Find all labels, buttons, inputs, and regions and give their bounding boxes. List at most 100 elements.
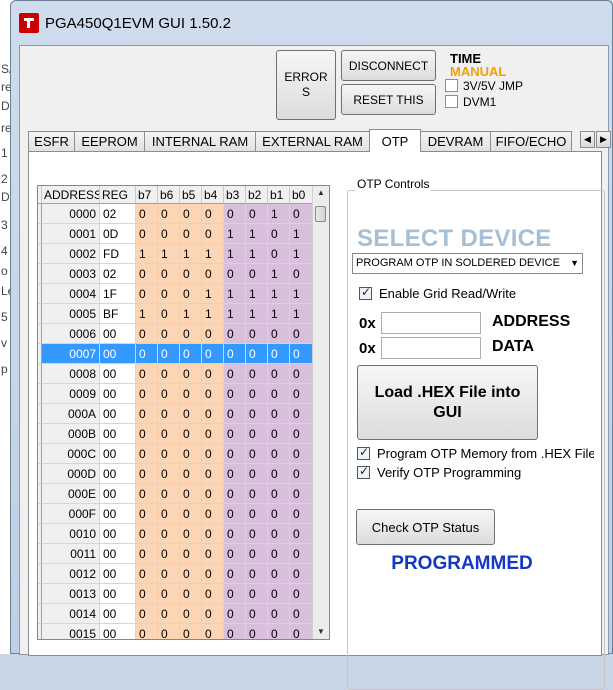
bit-cell-b7[interactable]: 0 bbox=[136, 444, 158, 464]
bit-cell-b2[interactable]: 0 bbox=[246, 464, 268, 484]
bit-cell-b2[interactable]: 0 bbox=[246, 504, 268, 524]
tab-devram[interactable]: DEVRAM bbox=[420, 131, 491, 151]
bit-cell-b3[interactable]: 0 bbox=[224, 364, 246, 384]
program-otp-checkbox[interactable] bbox=[357, 445, 370, 460]
errors-button[interactable]: ERRORS bbox=[276, 50, 336, 120]
bit-cell-b1[interactable]: 0 bbox=[268, 584, 290, 604]
address-cell[interactable]: 0005 bbox=[42, 304, 100, 324]
bit-cell-b1[interactable]: 1 bbox=[268, 204, 290, 224]
bit-cell-b1[interactable]: 0 bbox=[268, 604, 290, 624]
bit-cell-b4[interactable]: 0 bbox=[202, 324, 224, 344]
data-input[interactable] bbox=[381, 337, 481, 359]
bit-cell-b5[interactable]: 0 bbox=[180, 224, 202, 244]
bit-cell-b6[interactable]: 0 bbox=[158, 404, 180, 424]
bit-cell-b3[interactable]: 0 bbox=[224, 464, 246, 484]
table-row[interactable]: 0000 02 0 0 0 0 0 0 1 0 bbox=[38, 204, 316, 224]
bit-cell-b2[interactable]: 0 bbox=[246, 524, 268, 544]
bit-cell-b5[interactable]: 0 bbox=[180, 524, 202, 544]
bit-cell-b1[interactable]: 1 bbox=[268, 304, 290, 324]
bit-cell-b3[interactable]: 0 bbox=[224, 484, 246, 504]
bit-cell-b5[interactable]: 1 bbox=[180, 304, 202, 324]
chevron-down-icon[interactable]: ▼ bbox=[570, 254, 579, 273]
bit-cell-b4[interactable]: 0 bbox=[202, 504, 224, 524]
bit-cell-b5[interactable]: 0 bbox=[180, 584, 202, 604]
bit-cell-b6[interactable]: 0 bbox=[158, 524, 180, 544]
register-cell[interactable]: 00 bbox=[100, 444, 136, 464]
address-cell[interactable]: 000B bbox=[42, 424, 100, 444]
bit-cell-b5[interactable]: 0 bbox=[180, 444, 202, 464]
bit-cell-b6[interactable]: 0 bbox=[158, 344, 180, 364]
bit-cell-b4[interactable]: 1 bbox=[202, 284, 224, 304]
bit-cell-b4[interactable]: 0 bbox=[202, 404, 224, 424]
bit-cell-b5[interactable]: 0 bbox=[180, 284, 202, 304]
bit-cell-b5[interactable]: 0 bbox=[180, 264, 202, 284]
bit-cell-b2[interactable]: 0 bbox=[246, 584, 268, 604]
grid-header-address[interactable]: ADDRESS bbox=[42, 186, 100, 204]
bit-cell-b6[interactable]: 0 bbox=[158, 284, 180, 304]
bit-cell-b6[interactable]: 0 bbox=[158, 464, 180, 484]
address-cell[interactable]: 0003 bbox=[42, 264, 100, 284]
address-cell[interactable]: 0015 bbox=[42, 624, 100, 639]
bit-cell-b2[interactable]: 1 bbox=[246, 224, 268, 244]
bit-cell-b6[interactable]: 0 bbox=[158, 444, 180, 464]
bit-cell-b1[interactable]: 0 bbox=[268, 424, 290, 444]
bit-cell-b7[interactable]: 0 bbox=[136, 264, 158, 284]
bit-cell-b2[interactable]: 0 bbox=[246, 324, 268, 344]
bit-cell-b3[interactable]: 0 bbox=[224, 564, 246, 584]
register-cell[interactable]: 00 bbox=[100, 384, 136, 404]
bit-cell-b4[interactable]: 0 bbox=[202, 264, 224, 284]
bit-cell-b4[interactable]: 0 bbox=[202, 424, 224, 444]
bit-cell-b4[interactable]: 0 bbox=[202, 624, 224, 639]
bit-cell-b4[interactable]: 0 bbox=[202, 584, 224, 604]
register-cell[interactable]: 00 bbox=[100, 504, 136, 524]
bit-cell-b3[interactable]: 1 bbox=[224, 224, 246, 244]
bit-cell-b1[interactable]: 1 bbox=[268, 264, 290, 284]
bit-cell-b6[interactable]: 0 bbox=[158, 424, 180, 444]
bit-cell-b5[interactable]: 0 bbox=[180, 544, 202, 564]
bit-cell-b3[interactable]: 0 bbox=[224, 504, 246, 524]
bit-cell-b7[interactable]: 0 bbox=[136, 344, 158, 364]
enable-grid-checkbox[interactable] bbox=[359, 285, 372, 300]
tab-fifo-echo[interactable]: FIFO/ECHO bbox=[490, 131, 572, 151]
address-cell[interactable]: 0006 bbox=[42, 324, 100, 344]
register-cell[interactable]: 0D bbox=[100, 224, 136, 244]
bit-cell-b2[interactable]: 1 bbox=[246, 244, 268, 264]
grid-header-b5[interactable]: b5 bbox=[180, 186, 202, 204]
address-cell[interactable]: 0004 bbox=[42, 284, 100, 304]
bit-cell-b7[interactable]: 0 bbox=[136, 364, 158, 384]
tab-internal-ram[interactable]: INTERNAL RAM bbox=[144, 131, 256, 151]
bit-cell-b3[interactable]: 0 bbox=[224, 424, 246, 444]
bit-cell-b4[interactable]: 1 bbox=[202, 304, 224, 324]
bit-cell-b7[interactable]: 0 bbox=[136, 484, 158, 504]
bit-cell-b2[interactable]: 0 bbox=[246, 424, 268, 444]
table-row[interactable]: 0005 BF 1 0 1 1 1 1 1 1 bbox=[38, 304, 316, 324]
table-row[interactable]: 0013 00 0 0 0 0 0 0 0 0 bbox=[38, 584, 316, 604]
bit-cell-b2[interactable]: 0 bbox=[246, 624, 268, 639]
address-cell[interactable]: 0013 bbox=[42, 584, 100, 604]
address-cell[interactable]: 0009 bbox=[42, 384, 100, 404]
bit-cell-b5[interactable]: 0 bbox=[180, 424, 202, 444]
register-cell[interactable]: 00 bbox=[100, 324, 136, 344]
bit-cell-b1[interactable]: 1 bbox=[268, 284, 290, 304]
bit-cell-b3[interactable]: 0 bbox=[224, 444, 246, 464]
register-cell[interactable]: 02 bbox=[100, 264, 136, 284]
bit-cell-b5[interactable]: 0 bbox=[180, 484, 202, 504]
bit-cell-b3[interactable]: 0 bbox=[224, 604, 246, 624]
bit-cell-b3[interactable]: 1 bbox=[224, 244, 246, 264]
address-input[interactable] bbox=[381, 312, 481, 334]
bit-cell-b7[interactable]: 0 bbox=[136, 384, 158, 404]
bit-cell-b3[interactable]: 1 bbox=[224, 284, 246, 304]
bit-cell-b1[interactable]: 0 bbox=[268, 504, 290, 524]
table-row[interactable]: 000E 00 0 0 0 0 0 0 0 0 bbox=[38, 484, 316, 504]
address-cell[interactable]: 0008 bbox=[42, 364, 100, 384]
bit-cell-b6[interactable]: 0 bbox=[158, 384, 180, 404]
bit-cell-b6[interactable]: 0 bbox=[158, 324, 180, 344]
arrow-left-icon[interactable]: ◀ bbox=[580, 131, 595, 148]
bit-cell-b5[interactable]: 0 bbox=[180, 324, 202, 344]
bit-cell-b2[interactable]: 0 bbox=[246, 484, 268, 504]
bit-cell-b4[interactable]: 0 bbox=[202, 384, 224, 404]
bit-cell-b4[interactable]: 0 bbox=[202, 484, 224, 504]
bit-cell-b1[interactable]: 0 bbox=[268, 244, 290, 264]
bit-cell-b2[interactable]: 0 bbox=[246, 344, 268, 364]
arrow-down-icon[interactable]: ▼ bbox=[314, 625, 328, 639]
